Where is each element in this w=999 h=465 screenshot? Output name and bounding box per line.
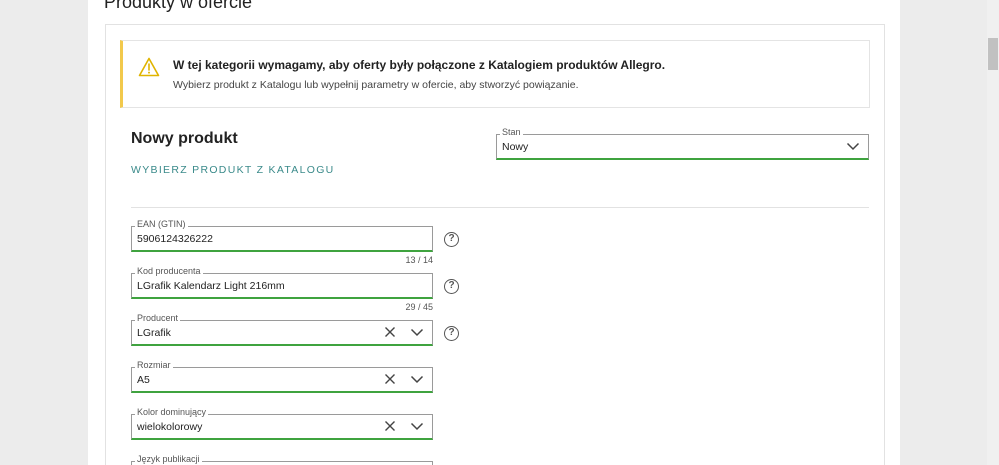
choose-from-catalog-link[interactable]: WYBIERZ PRODUKT Z KATALOGU [131, 164, 335, 176]
ean-label: EAN (GTIN) [135, 219, 188, 229]
stan-select[interactable]: Stan Nowy [496, 127, 869, 160]
section-title: Produkty w ofercie [104, 0, 253, 12]
stan-value: Nowy [502, 141, 529, 153]
producent-value: LGrafik [137, 327, 171, 339]
kolor-label: Kolor dominujący [135, 407, 209, 417]
scrollbar-thumb[interactable] [988, 38, 998, 70]
rozmiar-select[interactable]: Rozmiar A5 [131, 360, 433, 393]
chevron-down-icon[interactable] [410, 326, 424, 338]
jezyk-label: Język publikacji [135, 454, 202, 464]
chevron-down-icon[interactable] [410, 420, 424, 432]
clear-icon[interactable] [384, 373, 396, 385]
chevron-down-icon[interactable] [846, 140, 860, 152]
stan-label: Stan [500, 127, 523, 137]
chevron-down-icon[interactable] [410, 373, 424, 385]
kod-help-icon[interactable]: ? [444, 279, 459, 294]
kod-producenta-value: LGrafik Kalendarz Light 216mm [137, 280, 285, 292]
clear-icon[interactable] [384, 420, 396, 432]
alert-title: W tej kategorii wymagamy, aby oferty był… [173, 58, 666, 72]
producent-help-icon[interactable]: ? [444, 326, 459, 341]
rozmiar-label: Rozmiar [135, 360, 173, 370]
ean-help-icon[interactable]: ? [444, 232, 459, 247]
clear-icon[interactable] [384, 326, 396, 338]
alert-text: Wybierz produkt z Katalogu lub wypełnij … [173, 79, 579, 91]
kod-producenta-label: Kod producenta [135, 266, 203, 276]
producent-label: Producent [135, 313, 181, 323]
warning-icon [138, 57, 160, 77]
producent-select[interactable]: Producent LGrafik [131, 313, 433, 346]
rozmiar-value: A5 [137, 374, 150, 386]
divider [131, 207, 869, 208]
products-card: W tej kategorii wymagamy, aby oferty był… [105, 24, 885, 465]
catalog-alert: W tej kategorii wymagamy, aby oferty był… [120, 40, 870, 108]
jezyk-select[interactable]: Język publikacji [131, 454, 433, 465]
ean-input[interactable]: EAN (GTIN) 5906124326222 [131, 219, 433, 252]
page: Produkty w ofercie W tej kategorii wymag… [88, 0, 900, 465]
kolor-value: wielokolorowy [137, 421, 203, 433]
new-product-heading: Nowy produkt [131, 130, 238, 147]
kod-counter: 29 / 45 [405, 302, 433, 312]
kolor-select[interactable]: Kolor dominujący wielokolorowy [131, 407, 433, 440]
kod-producenta-input[interactable]: Kod producenta LGrafik Kalendarz Light 2… [131, 266, 433, 299]
ean-value: 5906124326222 [137, 233, 213, 245]
scrollbar[interactable] [987, 0, 999, 465]
ean-counter: 13 / 14 [405, 255, 433, 265]
